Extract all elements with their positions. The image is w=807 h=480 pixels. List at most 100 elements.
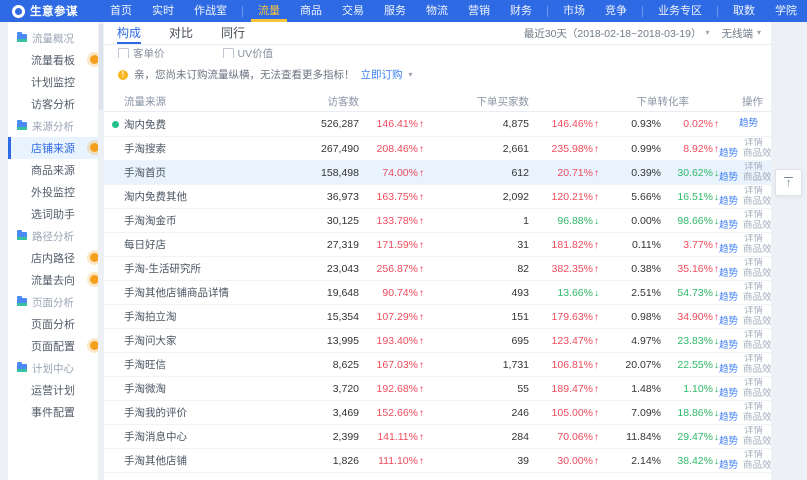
product-effect-link[interactable]: 商品效果: [743, 292, 771, 303]
detail-link[interactable]: 详情: [719, 426, 763, 436]
nav-item[interactable]: 交易: [342, 0, 364, 22]
trend-link[interactable]: 趋势: [719, 436, 738, 447]
brand-area[interactable]: 生意参谋: [12, 3, 78, 19]
sidebar-item[interactable]: 店铺来源: [8, 137, 98, 159]
visitors-change-pct: 111.10%: [378, 455, 418, 467]
product-effect-link[interactable]: 商品效果: [743, 220, 771, 231]
nav-item[interactable]: 取数: [733, 0, 755, 22]
sidebar-item[interactable]: 事件配置: [8, 401, 98, 423]
detail-link[interactable]: 详情: [719, 378, 763, 388]
nav-item[interactable]: 服务: [384, 0, 406, 22]
trend-link[interactable]: 趋势: [719, 388, 738, 399]
product-effect-link[interactable]: 商品效果: [743, 316, 771, 327]
sidebar-item-label: 外投监控: [31, 184, 75, 200]
sidebar-item[interactable]: 商品来源: [8, 159, 98, 181]
detail-link[interactable]: 详情: [719, 330, 763, 340]
product-effect-link[interactable]: 商品效果: [743, 148, 771, 159]
buyers-change: 382.35%↑: [529, 263, 599, 275]
nav-item[interactable]: 物流: [426, 0, 448, 22]
trend-link[interactable]: 趋势: [719, 412, 738, 423]
up-arrow-icon: ↑: [786, 178, 792, 188]
nav-item[interactable]: 业务专区: [658, 0, 702, 22]
conversion-change: 98.66%↓: [661, 215, 719, 227]
conversion-change-pct: 29.47%: [677, 431, 713, 443]
tab-0[interactable]: 构成: [117, 22, 141, 44]
trend-link[interactable]: 趋势: [719, 172, 738, 183]
detail-link[interactable]: 详情: [719, 306, 763, 316]
sidebar-item[interactable]: 页面分析: [8, 313, 98, 335]
sidebar-item[interactable]: 外投监控: [8, 181, 98, 203]
trend-link[interactable]: 趋势: [739, 118, 758, 129]
sidebar-item[interactable]: 流量看板: [8, 49, 98, 71]
sidebar-item[interactable]: 运营计划: [8, 379, 98, 401]
product-effect-link[interactable]: 商品效果: [743, 196, 771, 207]
detail-link[interactable]: 详情: [719, 210, 763, 220]
visitors-value: 8,625: [274, 359, 359, 371]
trend-link[interactable]: 趋势: [719, 340, 738, 351]
row-actions: 详情 趋势商品效果: [719, 282, 771, 303]
detail-link[interactable]: 详情: [719, 162, 763, 172]
terminal-selector[interactable]: 无线端: [721, 26, 753, 41]
product-effect-link[interactable]: 商品效果: [743, 340, 771, 351]
metric-filter[interactable]: UV价值: [223, 46, 274, 58]
date-range-selector[interactable]: 最近30天（2018-02-18~2018-03-19）: [524, 26, 702, 41]
detail-link[interactable]: 详情: [719, 354, 763, 364]
folder-icon: [17, 364, 27, 372]
subscribe-now-link[interactable]: 立即订购: [361, 67, 403, 82]
trend-link[interactable]: 趋势: [719, 268, 738, 279]
trend-link[interactable]: 趋势: [719, 220, 738, 231]
detail-link[interactable]: 详情: [719, 258, 763, 268]
nav-item[interactable]: 财务: [510, 0, 532, 22]
sidebar-section: 来源分析: [8, 115, 98, 137]
product-effect-link[interactable]: 商品效果: [743, 412, 771, 423]
detail-link[interactable]: 详情: [719, 186, 763, 196]
nav-item[interactable]: 市场: [563, 0, 585, 22]
main-panel: 构成 对比 同行 最近30天（2018-02-18~2018-03-19） ▾ 无线…: [104, 22, 771, 480]
chevron-down-icon: ▾: [705, 29, 709, 37]
table-row: 每日好店 27,319 171.59%↑ 31 181.82%↑ 0.11% 3…: [104, 233, 771, 257]
checkbox-icon[interactable]: [223, 48, 234, 58]
tab-2[interactable]: 同行: [221, 22, 245, 44]
sidebar-scrollbar[interactable]: [99, 24, 103, 110]
sidebar-item[interactable]: 流量去向: [8, 269, 98, 291]
tab-1[interactable]: 对比: [169, 22, 193, 44]
product-effect-link[interactable]: 商品效果: [743, 436, 771, 447]
product-effect-link[interactable]: 商品效果: [743, 388, 771, 399]
detail-link[interactable]: 详情: [719, 234, 763, 244]
detail-link[interactable]: 详情: [719, 402, 763, 412]
product-effect-link[interactable]: 商品效果: [743, 460, 771, 471]
trend-link[interactable]: 趋势: [719, 364, 738, 375]
sidebar-item[interactable]: 访客分析: [8, 93, 98, 115]
trend-link[interactable]: 趋势: [719, 244, 738, 255]
product-effect-link[interactable]: 商品效果: [743, 364, 771, 375]
nav-item[interactable]: 流量: [258, 0, 280, 22]
detail-link[interactable]: 详情: [719, 138, 763, 148]
nav-item[interactable]: 首页: [110, 0, 132, 22]
nav-item[interactable]: 实时: [152, 0, 174, 22]
nav-item[interactable]: 作战室: [194, 0, 227, 22]
product-effect-link[interactable]: 商品效果: [743, 244, 771, 255]
nav-item[interactable]: 学院: [775, 0, 797, 22]
buyers-change: 120.21%↑: [529, 191, 599, 203]
trend-link[interactable]: 趋势: [719, 196, 738, 207]
sidebar-item[interactable]: 店内路径: [8, 247, 98, 269]
visitors-value: 19,648: [274, 287, 359, 299]
sidebar-item[interactable]: 计划监控: [8, 71, 98, 93]
sidebar-item[interactable]: 选词助手: [8, 203, 98, 225]
nav-item[interactable]: 竞争: [605, 0, 627, 22]
trend-link[interactable]: 趋势: [719, 316, 738, 327]
checkbox-icon[interactable]: [118, 48, 129, 58]
trend-link[interactable]: 趋势: [719, 292, 738, 303]
back-to-top-button[interactable]: ↑: [775, 169, 802, 196]
detail-link[interactable]: 详情: [719, 450, 763, 460]
product-effect-link[interactable]: 商品效果: [743, 268, 771, 279]
product-effect-link[interactable]: 商品效果: [743, 172, 771, 183]
detail-link[interactable]: 详情: [719, 282, 763, 292]
nav-item[interactable]: 营销: [468, 0, 490, 22]
metric-filter[interactable]: 客单价: [118, 46, 165, 58]
sidebar-item[interactable]: 页面配置: [8, 335, 98, 357]
nav-item[interactable]: 商品: [300, 0, 322, 22]
trend-link[interactable]: 趋势: [719, 460, 738, 471]
trend-link[interactable]: 趋势: [719, 148, 738, 159]
visitors-value: 158,498: [274, 167, 359, 179]
